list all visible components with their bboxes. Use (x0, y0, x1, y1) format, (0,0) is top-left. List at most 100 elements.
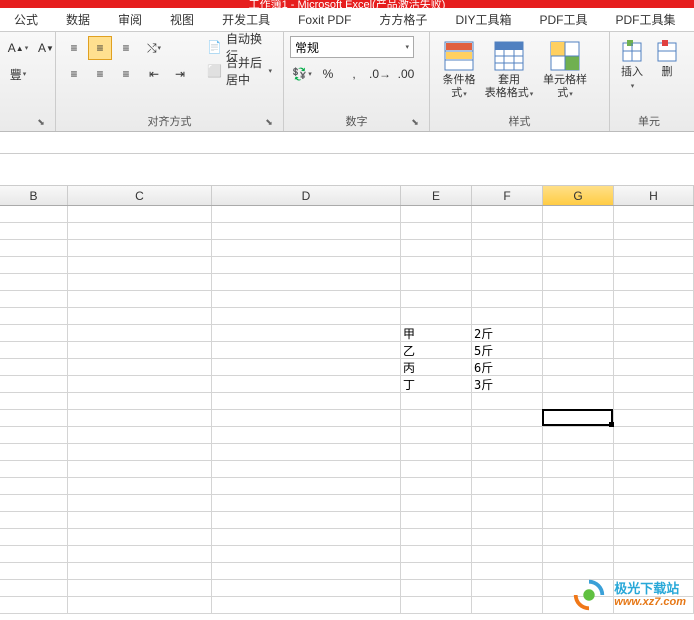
cell[interactable] (0, 223, 68, 240)
cell[interactable] (472, 410, 543, 427)
cell[interactable] (212, 206, 401, 223)
col-header-B[interactable]: B (0, 186, 68, 205)
cell[interactable] (543, 325, 614, 342)
pinyin-button[interactable]: 豐▾ (6, 62, 30, 86)
cell[interactable] (68, 461, 212, 478)
cell[interactable] (614, 444, 694, 461)
cell[interactable] (0, 342, 68, 359)
number-expand-icon[interactable]: ⬊ (409, 117, 421, 129)
cell[interactable] (543, 308, 614, 325)
tab-foxit-pdf[interactable]: Foxit PDF (284, 8, 365, 31)
cell[interactable] (614, 546, 694, 563)
cell[interactable] (543, 257, 614, 274)
col-header-G[interactable]: G (543, 186, 614, 205)
cell[interactable] (212, 563, 401, 580)
cell[interactable] (401, 240, 472, 257)
cell[interactable] (543, 546, 614, 563)
cell[interactable] (614, 257, 694, 274)
cell[interactable] (0, 359, 68, 376)
cell[interactable] (0, 563, 68, 580)
cell[interactable] (614, 427, 694, 444)
cell[interactable] (68, 597, 212, 614)
cell[interactable] (472, 461, 543, 478)
cell[interactable] (68, 274, 212, 291)
cell[interactable] (212, 427, 401, 444)
cell[interactable] (543, 240, 614, 257)
cell[interactable] (68, 410, 212, 427)
cell[interactable] (401, 580, 472, 597)
cell[interactable] (68, 206, 212, 223)
cell[interactable] (212, 376, 401, 393)
cell[interactable] (472, 240, 543, 257)
cell[interactable]: 6斤 (472, 359, 543, 376)
cell[interactable] (68, 512, 212, 529)
cell[interactable] (614, 529, 694, 546)
cell[interactable] (0, 529, 68, 546)
col-header-E[interactable]: E (401, 186, 472, 205)
cell[interactable] (68, 359, 212, 376)
cell[interactable] (68, 563, 212, 580)
cell[interactable]: 2斤 (472, 325, 543, 342)
cell[interactable] (472, 444, 543, 461)
cell[interactable] (212, 546, 401, 563)
cell[interactable] (472, 478, 543, 495)
tab-review[interactable]: 审阅 (104, 8, 156, 31)
cell[interactable]: 5斤 (472, 342, 543, 359)
comma-button[interactable]: , (342, 62, 366, 86)
cell[interactable] (401, 291, 472, 308)
increase-decimal-button[interactable]: .0→ (368, 62, 392, 86)
decrease-decimal-button[interactable]: .00 (394, 62, 418, 86)
align-bottom-button[interactable]: ≡ (114, 36, 138, 60)
col-header-C[interactable]: C (68, 186, 212, 205)
cell[interactable] (0, 580, 68, 597)
cell[interactable] (68, 291, 212, 308)
cell[interactable] (472, 597, 543, 614)
cell[interactable] (543, 393, 614, 410)
cell[interactable] (543, 206, 614, 223)
cell[interactable] (472, 308, 543, 325)
cell[interactable] (472, 223, 543, 240)
cell[interactable] (0, 478, 68, 495)
cell[interactable] (543, 274, 614, 291)
number-format-select[interactable]: 常规 ▾ (290, 36, 414, 58)
cell[interactable] (472, 563, 543, 580)
cell[interactable] (212, 529, 401, 546)
cell[interactable] (401, 308, 472, 325)
cell[interactable] (614, 342, 694, 359)
col-header-D[interactable]: D (212, 186, 401, 205)
align-left-button[interactable]: ≡ (62, 62, 86, 86)
merge-center-button[interactable]: ⬜ 合并后居中 ▾ (202, 60, 277, 82)
align-middle-button[interactable]: ≡ (88, 36, 112, 60)
cell[interactable] (472, 291, 543, 308)
cell-styles-button[interactable]: 单元格样式▾ (536, 36, 594, 104)
cell[interactable] (212, 274, 401, 291)
cell[interactable] (472, 206, 543, 223)
format-table-button[interactable]: 套用 表格格式▾ (486, 36, 532, 104)
cell[interactable] (472, 427, 543, 444)
cell[interactable] (68, 325, 212, 342)
cell[interactable] (401, 563, 472, 580)
cell[interactable] (212, 240, 401, 257)
tab-formulas[interactable]: 公式 (0, 8, 52, 31)
align-center-button[interactable]: ≡ (88, 62, 112, 86)
orientation-button[interactable]: ⤭▾ (142, 36, 166, 60)
cell[interactable] (212, 291, 401, 308)
cell[interactable] (401, 206, 472, 223)
cell[interactable] (401, 444, 472, 461)
cell[interactable] (68, 580, 212, 597)
cell[interactable] (543, 478, 614, 495)
cell[interactable] (614, 478, 694, 495)
cell[interactable] (68, 376, 212, 393)
cell[interactable] (543, 291, 614, 308)
cell[interactable] (614, 206, 694, 223)
cell[interactable] (0, 597, 68, 614)
align-right-button[interactable]: ≡ (114, 62, 138, 86)
cell[interactable] (472, 274, 543, 291)
cell[interactable] (68, 444, 212, 461)
cell[interactable] (212, 223, 401, 240)
cell[interactable] (472, 546, 543, 563)
cell[interactable] (614, 495, 694, 512)
cell[interactable] (212, 495, 401, 512)
cell[interactable] (212, 597, 401, 614)
cell[interactable] (68, 240, 212, 257)
